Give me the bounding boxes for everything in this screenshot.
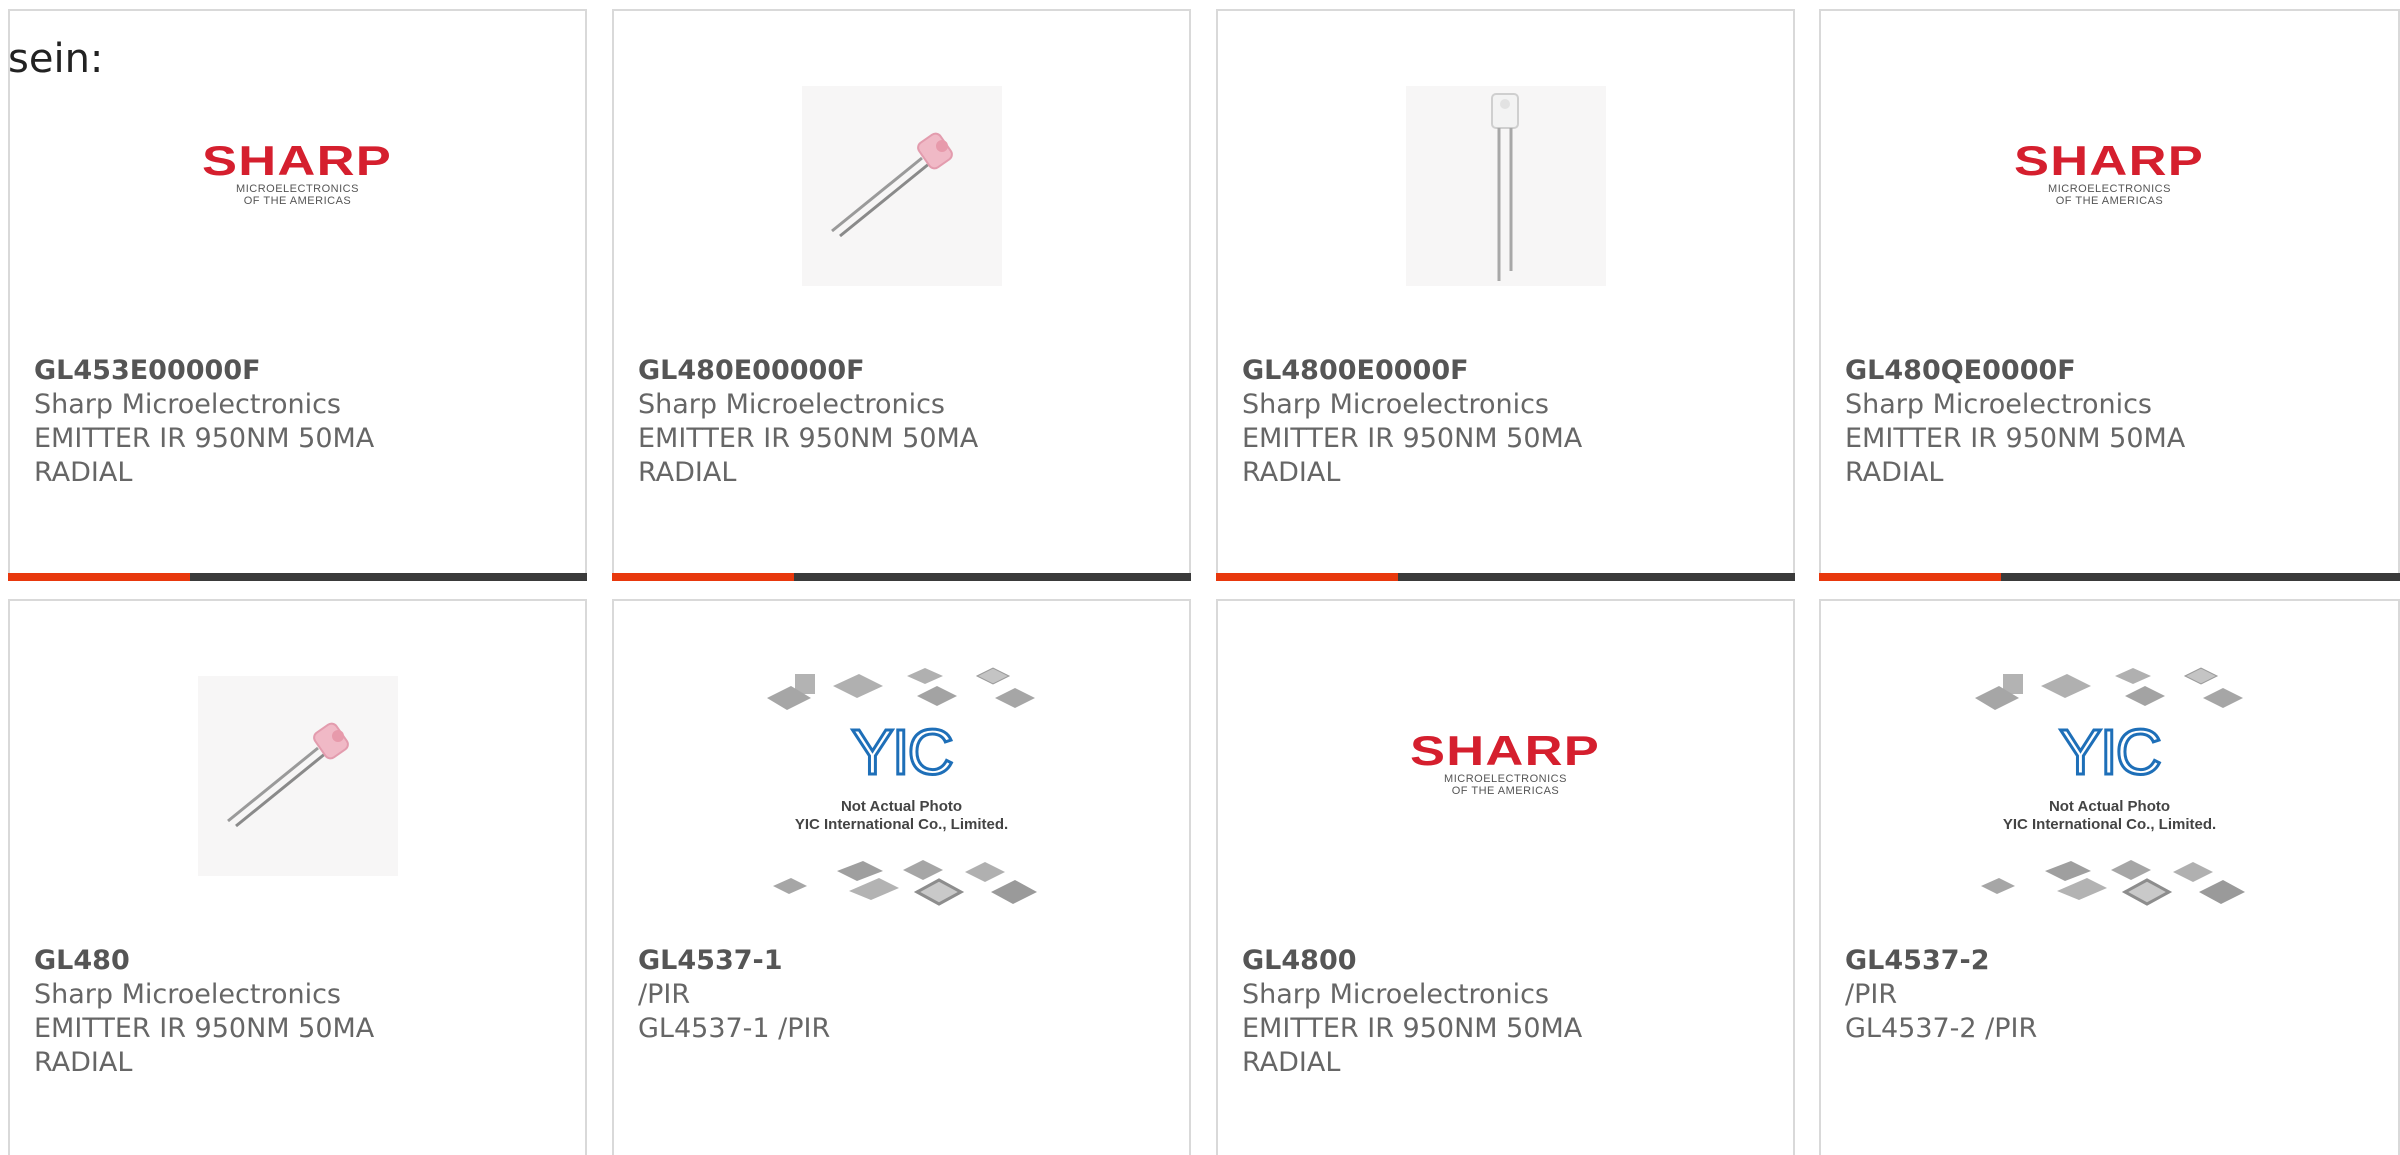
card-footer-bar — [8, 573, 587, 581]
product-card[interactable]: YIC Not Actual Photo YIC International C… — [612, 599, 1191, 1155]
not-actual-photo-caption: Not Actual Photo YIC International Co., … — [794, 798, 1009, 833]
manufacturer: Sharp Microelectronics — [1845, 389, 2152, 420]
card-footer-accent — [612, 573, 794, 581]
description: GL4537-2 /PIR — [1845, 1013, 2038, 1044]
led-photo-angled — [197, 676, 398, 876]
product-image[interactable]: SHARP MICROELECTRONICS OF THE AMERICAS — [10, 81, 585, 291]
product-info: GL480E00000F Sharp Microelectronics EMIT… — [638, 354, 1169, 490]
product-info: GL4800E0000F Sharp Microelectronics EMIT… — [1242, 354, 1773, 490]
card-footer-accent — [1216, 573, 1398, 581]
description: EMITTER IR 950NM 50MA — [1242, 1013, 1583, 1044]
sharp-logo: SHARP MICROELECTRONICS OF THE AMERICAS — [2014, 139, 2203, 208]
description: EMITTER IR 950NM 50MA — [34, 1013, 375, 1044]
product-card[interactable]: GL480 Sharp Microelectronics EMITTER IR … — [8, 599, 587, 1155]
part-number[interactable]: GL480E00000F — [638, 354, 1169, 388]
product-card[interactable]: SHARP MICROELECTRONICS OF THE AMERICAS G… — [1819, 9, 2400, 581]
manufacturer: Sharp Microelectronics — [34, 389, 341, 420]
sharp-logo: SHARP MICROELECTRONICS OF THE AMERICAS — [202, 139, 391, 208]
card-footer-accent — [1819, 573, 2001, 581]
not-actual-photo-caption: Not Actual Photo YIC International Co., … — [2002, 798, 2217, 833]
product-card[interactable]: YIC Not Actual Photo YIC International C… — [1819, 599, 2400, 1155]
description: EMITTER IR 950NM 50MA — [638, 423, 979, 454]
manufacturer: Sharp Microelectronics — [1242, 979, 1549, 1010]
led-photo-angled — [801, 86, 1002, 286]
package: RADIAL — [1242, 1047, 1341, 1078]
sharp-logo-word: SHARP — [2014, 137, 2205, 184]
description: EMITTER IR 950NM 50MA — [34, 423, 375, 454]
part-number[interactable]: GL480QE0000F — [1845, 354, 2378, 388]
product-image[interactable]: SHARP MICROELECTRONICS OF THE AMERICAS — [1218, 671, 1793, 881]
part-number[interactable]: GL4537-2 — [1845, 944, 2378, 978]
product-info: GL480 Sharp Microelectronics EMITTER IR … — [34, 944, 565, 1080]
part-number[interactable]: GL453E00000F — [34, 354, 565, 388]
card-footer-bar — [1819, 573, 2400, 581]
sharp-logo-subtitle: MICROELECTRONICS OF THE AMERICAS — [236, 183, 359, 207]
product-image[interactable]: YIC Not Actual Photo YIC International C… — [1821, 667, 2398, 906]
product-info: GL4537-2 /PIR GL4537-2 /PIR — [1845, 944, 2378, 1046]
yic-logo: YIC — [850, 715, 956, 790]
product-info: GL480QE0000F Sharp Microelectronics EMIT… — [1845, 354, 2378, 490]
manufacturer: Sharp Microelectronics — [34, 979, 341, 1010]
manufacturer: Sharp Microelectronics — [638, 389, 945, 420]
sharp-logo-subtitle: MICROELECTRONICS OF THE AMERICAS — [2048, 183, 2171, 207]
product-info: GL4800 Sharp Microelectronics EMITTER IR… — [1242, 944, 1773, 1080]
description: GL4537-1 /PIR — [638, 1013, 831, 1044]
card-footer-bar — [1216, 573, 1795, 581]
sharp-logo-word: SHARP — [202, 137, 393, 184]
package: RADIAL — [34, 1047, 133, 1078]
package: RADIAL — [1845, 457, 1944, 488]
part-number[interactable]: GL4537-1 — [638, 944, 1169, 978]
product-card[interactable]: SHARP MICROELECTRONICS OF THE AMERICAS G… — [8, 9, 587, 581]
yic-logo: YIC — [2058, 715, 2164, 790]
product-info: GL4537-1 /PIR GL4537-1 /PIR — [638, 944, 1169, 1046]
product-info: GL453E00000F Sharp Microelectronics EMIT… — [34, 354, 565, 490]
sharp-logo-word: SHARP — [1410, 727, 1601, 774]
product-image[interactable] — [614, 81, 1189, 291]
product-image[interactable] — [10, 671, 585, 881]
product-image[interactable]: YIC Not Actual Photo YIC International C… — [614, 667, 1189, 906]
lead-text: sein: — [8, 36, 104, 82]
part-number[interactable]: GL4800E0000F — [1242, 354, 1773, 388]
product-image[interactable] — [1218, 81, 1793, 291]
package: RADIAL — [34, 457, 133, 488]
package: RADIAL — [638, 457, 737, 488]
product-image[interactable]: SHARP MICROELECTRONICS OF THE AMERICAS — [1821, 81, 2398, 291]
card-footer-accent — [8, 573, 190, 581]
description: EMITTER IR 950NM 50MA — [1845, 423, 2186, 454]
part-number[interactable]: GL480 — [34, 944, 565, 978]
manufacturer: Sharp Microelectronics — [1242, 389, 1549, 420]
product-card[interactable]: GL480E00000F Sharp Microelectronics EMIT… — [612, 9, 1191, 581]
led-photo-vertical — [1405, 86, 1606, 286]
yic-placeholder-image: YIC Not Actual Photo YIC International C… — [766, 666, 1037, 906]
manufacturer: /PIR — [1845, 979, 1898, 1010]
product-card[interactable]: GL4800E0000F Sharp Microelectronics EMIT… — [1216, 9, 1795, 581]
page: sein: SHARP MICROELECTRONICS OF THE AMER… — [0, 0, 2400, 1155]
sharp-logo-subtitle: MICROELECTRONICS OF THE AMERICAS — [1444, 773, 1567, 797]
package: RADIAL — [1242, 457, 1341, 488]
sharp-logo: SHARP MICROELECTRONICS OF THE AMERICAS — [1410, 729, 1599, 798]
part-number[interactable]: GL4800 — [1242, 944, 1773, 978]
card-footer-bar — [612, 573, 1191, 581]
product-card[interactable]: SHARP MICROELECTRONICS OF THE AMERICAS G… — [1216, 599, 1795, 1155]
yic-placeholder-image: YIC Not Actual Photo YIC International C… — [1974, 666, 2245, 906]
description: EMITTER IR 950NM 50MA — [1242, 423, 1583, 454]
manufacturer: /PIR — [638, 979, 691, 1010]
